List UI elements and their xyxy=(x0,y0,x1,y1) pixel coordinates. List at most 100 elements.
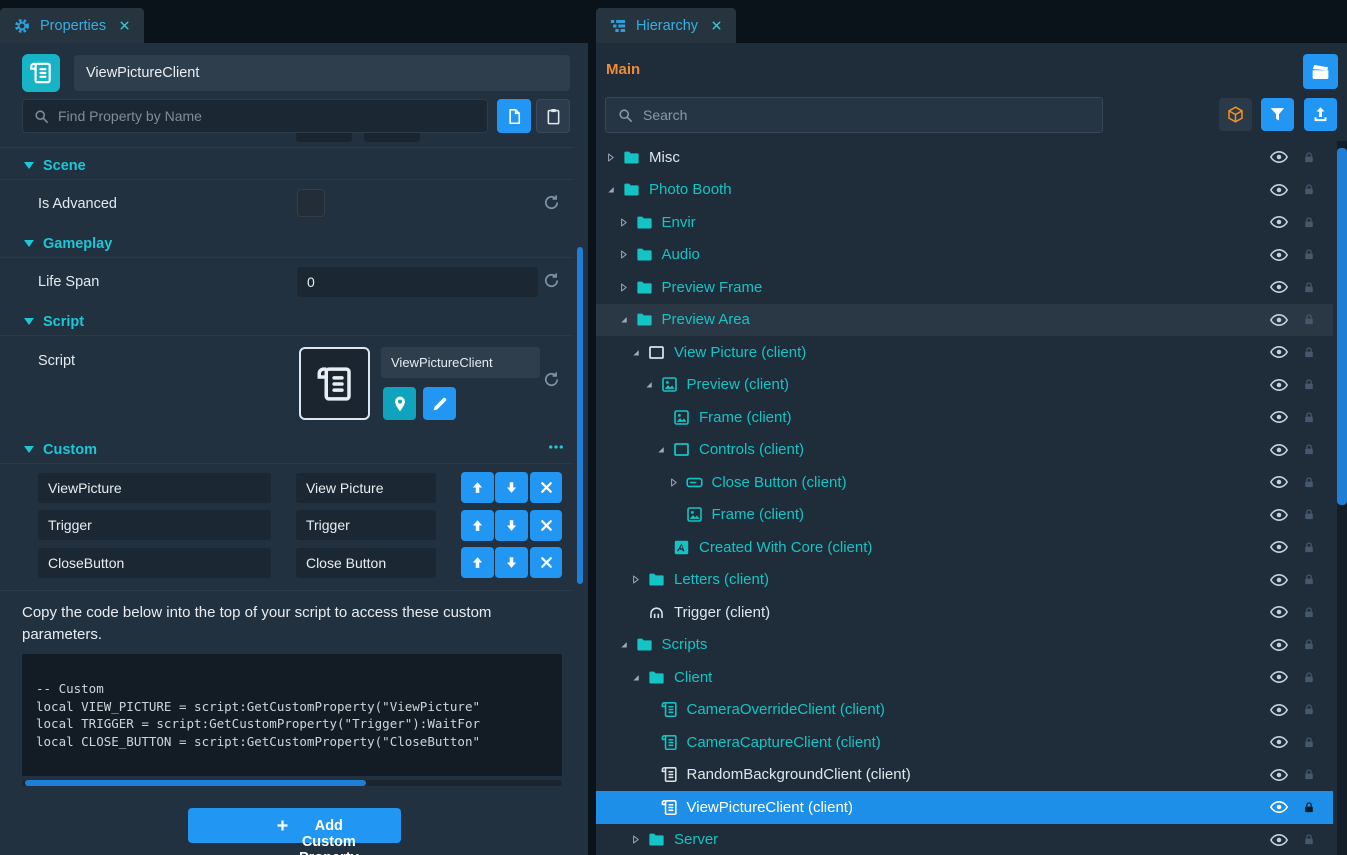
reset-icon[interactable] xyxy=(542,370,561,389)
lock-toggle-icon[interactable] xyxy=(1302,767,1316,782)
find-script-button[interactable] xyxy=(383,387,416,420)
lock-toggle-icon[interactable] xyxy=(1302,182,1316,197)
expand-arrow-icon[interactable] xyxy=(629,573,642,586)
collapse-arrow-icon[interactable] xyxy=(629,346,642,359)
lock-toggle-icon[interactable] xyxy=(1302,345,1316,360)
property-search-input[interactable] xyxy=(58,108,477,124)
collapse-arrow-icon[interactable] xyxy=(642,378,655,391)
lock-toggle-icon[interactable] xyxy=(1302,312,1316,327)
hierarchy-row[interactable]: Client xyxy=(596,661,1333,694)
hierarchy-row[interactable]: Photo Booth xyxy=(596,174,1333,207)
hierarchy-row[interactable]: RandomBackgroundClient (client) xyxy=(596,759,1333,792)
add-custom-property-button[interactable]: Add Custom Property xyxy=(188,808,401,843)
properties-scrollbar[interactable] xyxy=(577,247,583,584)
hierarchy-search-input[interactable] xyxy=(643,107,1091,123)
scrollbar-thumb[interactable] xyxy=(1337,148,1347,505)
hierarchy-row[interactable]: Misc xyxy=(596,141,1333,174)
move-param-up-button[interactable] xyxy=(461,547,494,578)
custom-param-name-input[interactable] xyxy=(38,473,271,503)
content-browser-button[interactable] xyxy=(1219,98,1252,131)
reset-icon[interactable] xyxy=(542,193,561,212)
scrollbar-thumb[interactable] xyxy=(25,780,366,786)
hierarchy-row[interactable]: CameraOverrideClient (client) xyxy=(596,694,1333,727)
filter-button[interactable] xyxy=(1261,98,1294,131)
lock-toggle-icon[interactable] xyxy=(1302,410,1316,425)
object-name-input[interactable] xyxy=(74,55,570,91)
hierarchy-row[interactable]: Preview Frame xyxy=(596,271,1333,304)
collapse-arrow-icon[interactable] xyxy=(604,183,617,196)
lock-toggle-icon[interactable] xyxy=(1302,280,1316,295)
custom-param-value-input[interactable] xyxy=(296,510,436,540)
hierarchy-row[interactable]: Created With Core (client) xyxy=(596,531,1333,564)
visibility-toggle-icon[interactable] xyxy=(1269,277,1289,297)
lock-toggle-icon[interactable] xyxy=(1302,215,1316,230)
hierarchy-row[interactable]: Trigger (client) xyxy=(596,596,1333,629)
hierarchy-row[interactable]: View Picture (client) xyxy=(596,336,1333,369)
lock-toggle-icon[interactable] xyxy=(1302,475,1316,490)
hierarchy-row[interactable]: Frame (client) xyxy=(596,499,1333,532)
visibility-toggle-icon[interactable] xyxy=(1269,147,1289,167)
visibility-toggle-icon[interactable] xyxy=(1269,732,1289,752)
is-advanced-checkbox[interactable] xyxy=(297,189,325,217)
lock-toggle-icon[interactable] xyxy=(1302,735,1316,750)
visibility-toggle-icon[interactable] xyxy=(1269,212,1289,232)
visibility-toggle-icon[interactable] xyxy=(1269,602,1289,622)
hierarchy-row[interactable]: Preview (client) xyxy=(596,369,1333,402)
hierarchy-row[interactable]: Frame (client) xyxy=(596,401,1333,434)
visibility-toggle-icon[interactable] xyxy=(1269,440,1289,460)
move-param-down-button[interactable] xyxy=(495,510,528,541)
visibility-toggle-icon[interactable] xyxy=(1269,570,1289,590)
expand-arrow-icon[interactable] xyxy=(629,833,642,846)
more-options-icon[interactable] xyxy=(543,438,569,456)
lock-toggle-icon[interactable] xyxy=(1302,637,1316,652)
hierarchy-row[interactable]: Scripts xyxy=(596,629,1333,662)
visibility-toggle-icon[interactable] xyxy=(1269,407,1289,427)
lock-toggle-icon[interactable] xyxy=(1302,507,1316,522)
visibility-toggle-icon[interactable] xyxy=(1269,635,1289,655)
scene-settings-button[interactable] xyxy=(1303,54,1338,89)
delete-param-button[interactable] xyxy=(530,510,563,541)
visibility-toggle-icon[interactable] xyxy=(1269,797,1289,817)
visibility-toggle-icon[interactable] xyxy=(1269,667,1289,687)
hierarchy-scrollbar[interactable] xyxy=(1337,141,1347,855)
custom-param-value-input[interactable] xyxy=(296,548,436,578)
hierarchy-row[interactable]: Controls (client) xyxy=(596,434,1333,467)
hierarchy-row[interactable]: ViewPictureClient (client) xyxy=(596,791,1333,824)
custom-param-name-input[interactable] xyxy=(38,510,271,540)
visibility-toggle-icon[interactable] xyxy=(1269,765,1289,785)
hierarchy-row[interactable]: CameraCaptureClient (client) xyxy=(596,726,1333,759)
delete-param-button[interactable] xyxy=(530,547,563,578)
custom-param-value-input[interactable] xyxy=(296,473,436,503)
lock-toggle-icon[interactable] xyxy=(1302,442,1316,457)
tab-properties[interactable]: Properties xyxy=(0,8,144,43)
close-tab-icon[interactable] xyxy=(710,19,723,32)
close-tab-icon[interactable] xyxy=(118,19,131,32)
lock-toggle-icon[interactable] xyxy=(1302,540,1316,555)
section-header-gameplay[interactable]: Gameplay xyxy=(0,230,574,258)
expand-arrow-icon[interactable] xyxy=(604,151,617,164)
visibility-toggle-icon[interactable] xyxy=(1269,700,1289,720)
move-param-down-button[interactable] xyxy=(495,472,528,503)
collapse-arrow-icon[interactable] xyxy=(617,313,630,326)
hierarchy-row[interactable]: Server xyxy=(596,824,1333,855)
collapse-arrow-icon[interactable] xyxy=(654,443,667,456)
paste-properties-button[interactable] xyxy=(536,99,570,133)
section-header-scene[interactable]: Scene xyxy=(0,152,574,180)
lock-toggle-icon[interactable] xyxy=(1302,702,1316,717)
hierarchy-row[interactable]: Close Button (client) xyxy=(596,466,1333,499)
export-button[interactable] xyxy=(1304,98,1337,131)
edit-script-button[interactable] xyxy=(423,387,456,420)
copy-properties-button[interactable] xyxy=(497,99,531,133)
hierarchy-row[interactable]: Audio xyxy=(596,239,1333,272)
collapse-arrow-icon[interactable] xyxy=(617,638,630,651)
lock-toggle-icon[interactable] xyxy=(1302,572,1316,587)
visibility-toggle-icon[interactable] xyxy=(1269,245,1289,265)
hierarchy-row[interactable]: Preview Area xyxy=(596,304,1333,337)
collapse-arrow-icon[interactable] xyxy=(629,671,642,684)
visibility-toggle-icon[interactable] xyxy=(1269,537,1289,557)
delete-param-button[interactable] xyxy=(530,472,563,503)
lock-toggle-icon[interactable] xyxy=(1302,605,1316,620)
expand-arrow-icon[interactable] xyxy=(667,476,680,489)
expand-arrow-icon[interactable] xyxy=(617,281,630,294)
code-horizontal-scrollbar[interactable] xyxy=(22,780,562,786)
